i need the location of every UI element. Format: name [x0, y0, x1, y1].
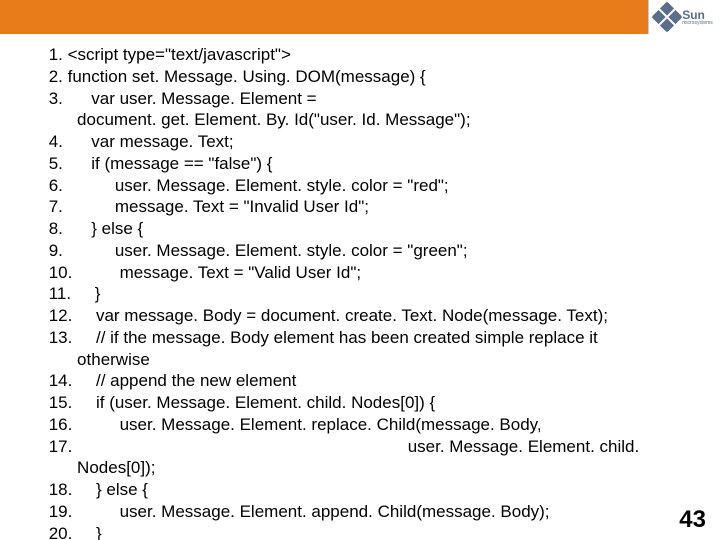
header-orange-strip: [0, 0, 648, 34]
sun-logo-icon: [652, 1, 683, 32]
slide-content: 1. <script type="text/javascript"> 2. fu…: [0, 34, 720, 540]
code-line: 7. message. Text = "Invalid User Id";: [44, 196, 702, 218]
code-line: 13. // if the message. Body element has …: [44, 327, 702, 349]
code-line: otherwise: [44, 349, 702, 371]
sun-logo-text-wrap: Sun microsystems: [682, 9, 713, 26]
page-number: 43: [679, 506, 706, 534]
code-line: document. get. Element. By. Id("user. Id…: [44, 109, 702, 131]
code-line: 18. } else {: [44, 479, 702, 501]
code-line: 19. user. Message. Element. append. Chil…: [44, 501, 702, 523]
code-line: 1. <script type="text/javascript">: [44, 44, 702, 66]
code-line: 10. message. Text = "Valid User Id";: [44, 262, 702, 284]
code-listing: 1. <script type="text/javascript"> 2. fu…: [44, 44, 702, 540]
header-bar: Sun microsystems: [0, 0, 720, 34]
code-line: 14. // append the new element: [44, 370, 702, 392]
code-line: 5. if (message == "false") {: [44, 153, 702, 175]
code-line: 15. if (user. Message. Element. child. N…: [44, 392, 702, 414]
code-line: 16. user. Message. Element. replace. Chi…: [44, 414, 702, 436]
code-line: 9. user. Message. Element. style. color …: [44, 240, 702, 262]
header-brand-area: Sun microsystems: [648, 0, 720, 34]
code-line: 3. var user. Message. Element =: [44, 88, 702, 110]
sun-logo: Sun microsystems: [656, 6, 713, 28]
brand-subtitle: microsystems: [682, 21, 713, 26]
code-line: Nodes[0]);: [44, 457, 702, 479]
brand-name: Sun: [682, 9, 713, 21]
code-line: 20. }: [44, 523, 702, 540]
code-line: 11. }: [44, 283, 702, 305]
code-line: 12. var message. Body = document. create…: [44, 305, 702, 327]
code-line: 4. var message. Text;: [44, 131, 702, 153]
code-line: 2. function set. Message. Using. DOM(mes…: [44, 66, 702, 88]
code-line: 6. user. Message. Element. style. color …: [44, 175, 702, 197]
code-line: 8. } else {: [44, 218, 702, 240]
code-line: 17. user. Message. Element. child.: [44, 436, 702, 458]
